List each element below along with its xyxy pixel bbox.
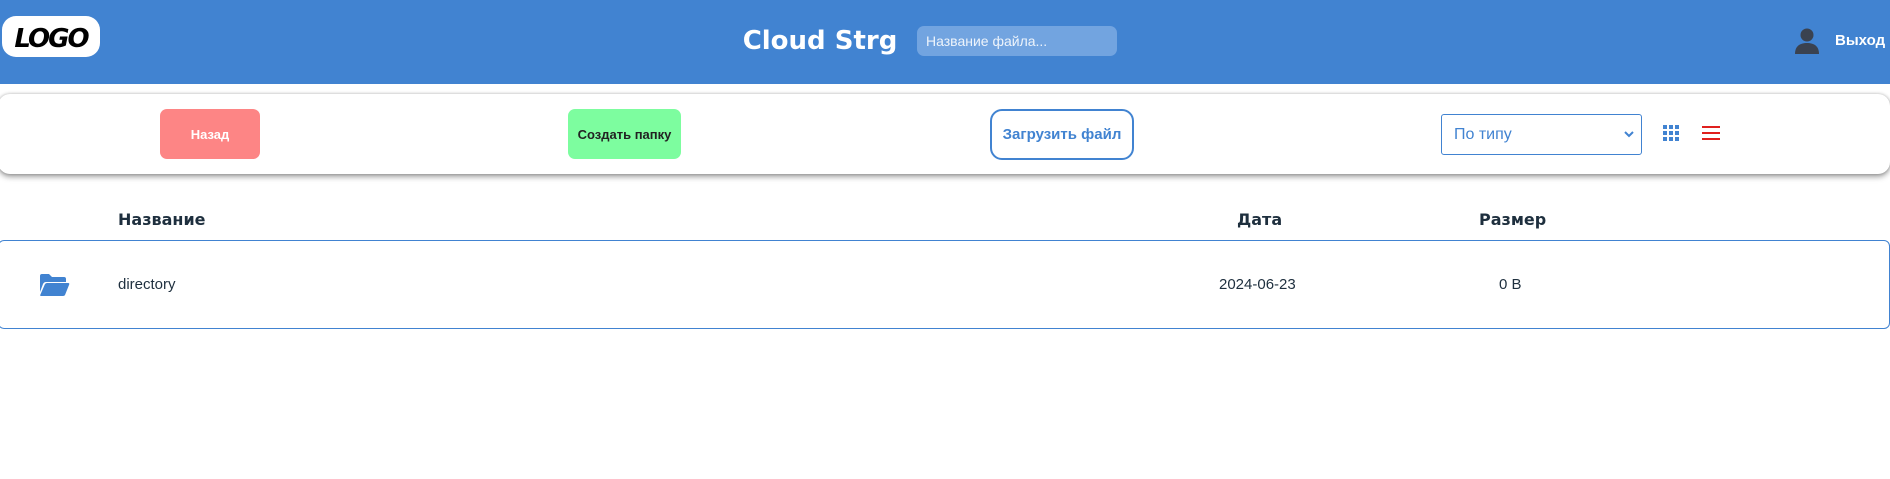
column-header-name[interactable]: Название [118,210,206,230]
logout-button[interactable]: Выход [1835,31,1885,51]
create-folder-button[interactable]: Создать папку [568,109,681,159]
svg-text:LOGO: LOGO [14,24,89,54]
upload-file-button[interactable]: Загрузить файл [990,109,1134,160]
back-button[interactable]: Назад [160,109,260,159]
sort-select-value: По типу [1454,125,1512,143]
search-input[interactable] [917,26,1117,56]
file-size: 0 B [1499,276,1522,293]
sort-select[interactable]: По типу [1441,114,1642,155]
chevron-down-icon [1624,131,1634,138]
column-header-size[interactable]: Размер [1479,210,1546,230]
grid-view-icon[interactable] [1663,125,1679,141]
folder-icon [39,273,70,297]
table-row[interactable] [0,240,1890,329]
logo-image: LOGO [14,24,91,54]
file-date: 2024-06-23 [1219,276,1296,293]
user-icon[interactable] [1793,27,1821,55]
app-title: Cloud Strg [742,26,898,56]
list-view-icon[interactable] [1702,124,1720,142]
column-header-date[interactable]: Дата [1237,210,1282,230]
file-name: directory [118,276,176,293]
logo[interactable]: LOGO [2,16,100,57]
